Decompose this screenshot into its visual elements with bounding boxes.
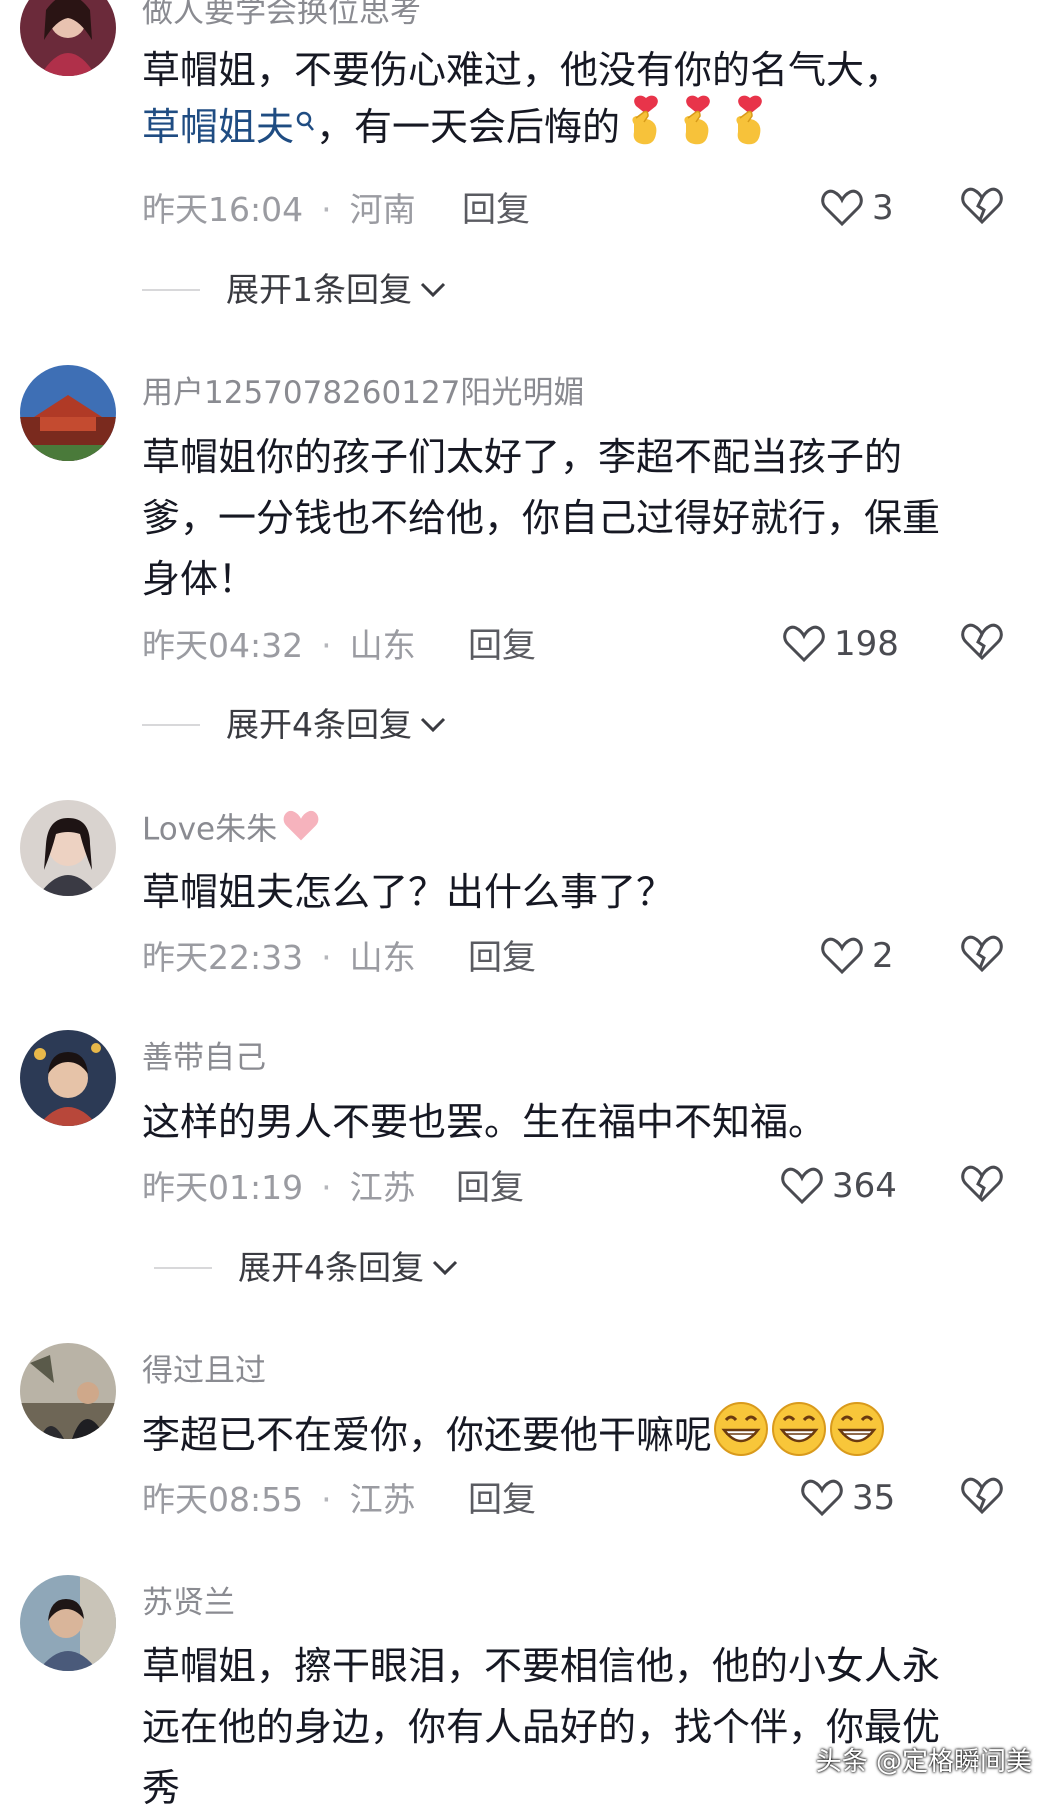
comment-line: 这样的男人不要也罢。生在福中不知福。 bbox=[142, 1100, 827, 1144]
location: 河南 bbox=[349, 190, 416, 229]
expand-label: 展开1条回复 bbox=[226, 270, 412, 309]
comment-meta: 昨天16:04 · 河南 bbox=[142, 190, 416, 229]
like-button[interactable]: 198 bbox=[782, 622, 899, 666]
avatar[interactable] bbox=[20, 365, 116, 461]
username[interactable]: 苏贤兰 bbox=[142, 1583, 235, 1623]
comment-text-line-2: 草帽姐夫 ，有一天会后悔的 bbox=[142, 94, 776, 165]
comment-meta: 昨天08:55 · 江苏 bbox=[142, 1480, 416, 1519]
expand-replies-button[interactable]: 展开1条回复 bbox=[142, 270, 448, 310]
finger-heart-emoji bbox=[724, 94, 776, 165]
grin-emoji bbox=[828, 1400, 886, 1475]
finger-heart-emoji bbox=[620, 94, 672, 165]
broken-heart-icon bbox=[961, 623, 1003, 661]
dislike-button[interactable] bbox=[960, 1476, 1004, 1520]
location: 山东 bbox=[349, 626, 416, 665]
avatar[interactable] bbox=[20, 1030, 116, 1126]
broken-heart-icon bbox=[961, 1477, 1003, 1515]
chevron-down-icon bbox=[420, 717, 446, 733]
heart-icon bbox=[781, 1167, 823, 1205]
dislike-button[interactable] bbox=[960, 622, 1004, 666]
username[interactable]: Love朱朱 bbox=[142, 808, 321, 854]
dislike-button[interactable] bbox=[960, 1164, 1004, 1208]
avatar[interactable] bbox=[20, 0, 116, 76]
chevron-down-icon bbox=[420, 282, 446, 298]
chevron-down-icon bbox=[432, 1260, 458, 1276]
location: 山东 bbox=[349, 938, 416, 977]
comment-line: 身体！ bbox=[142, 557, 257, 601]
like-button[interactable]: 2 bbox=[820, 934, 894, 978]
like-button[interactable]: 3 bbox=[820, 186, 894, 230]
like-count: 35 bbox=[852, 1478, 896, 1518]
avatar[interactable] bbox=[20, 1343, 116, 1439]
username[interactable]: 善带自己 bbox=[142, 1038, 266, 1078]
comment-line: 爹，一分钱也不给他，你自己过得好就行，保重 bbox=[142, 496, 941, 540]
finger-heart-emoji bbox=[672, 94, 724, 165]
heart-badge-icon bbox=[281, 808, 321, 854]
like-button[interactable]: 364 bbox=[780, 1164, 897, 1208]
username[interactable]: 得过且过 bbox=[142, 1351, 266, 1391]
broken-heart-icon bbox=[961, 187, 1003, 225]
heart-icon bbox=[821, 189, 863, 227]
comment-tail: ，有一天会后悔的 bbox=[316, 105, 621, 149]
comment-text: 草帽姐，不要伤心难过，他没有你的名气大， bbox=[142, 40, 902, 100]
reply-button[interactable]: 回复 bbox=[468, 626, 536, 666]
avatar[interactable] bbox=[20, 800, 116, 896]
timestamp: 昨天08:55 bbox=[142, 1480, 304, 1519]
heart-icon bbox=[801, 1479, 843, 1517]
comment-meta: 昨天22:33 · 山东 bbox=[142, 938, 416, 977]
reply-button[interactable]: 回复 bbox=[462, 190, 530, 230]
dislike-button[interactable] bbox=[960, 186, 1004, 230]
like-count: 2 bbox=[872, 936, 894, 976]
reply-button[interactable]: 回复 bbox=[468, 938, 536, 978]
location: 江苏 bbox=[349, 1168, 416, 1207]
like-button[interactable]: 35 bbox=[800, 1476, 895, 1520]
broken-heart-icon bbox=[961, 1165, 1003, 1203]
comment-line: 草帽姐你的孩子们太好了，李超不配当孩子的 bbox=[142, 435, 903, 479]
like-count: 3 bbox=[872, 188, 894, 228]
search-icon[interactable] bbox=[294, 94, 316, 154]
timestamp: 昨天22:33 bbox=[142, 938, 304, 977]
comment-meta: 昨天01:19 · 江苏 bbox=[142, 1168, 416, 1207]
comment-line: 秀 bbox=[142, 1766, 181, 1810]
watermark: 头条 @定格瞬间美 bbox=[815, 1747, 1032, 1777]
grin-emoji bbox=[770, 1400, 828, 1475]
divider bbox=[142, 289, 200, 291]
like-count: 198 bbox=[834, 624, 899, 664]
expand-label: 展开4条回复 bbox=[226, 705, 412, 744]
comment-line: 草帽姐夫怎么了？出什么事了？ bbox=[142, 870, 675, 914]
comment-line: 草帽姐，擦干眼泪，不要相信他，他的小女人永 bbox=[142, 1644, 941, 1688]
dislike-button[interactable] bbox=[960, 934, 1004, 978]
username[interactable]: 做人要学会换位思考 bbox=[142, 0, 421, 32]
comment-text: 李超已不在爱你，你还要他干嘛呢 bbox=[142, 1400, 886, 1475]
grin-emoji bbox=[712, 1400, 770, 1475]
timestamp: 昨天04:32 bbox=[142, 626, 304, 665]
timestamp: 昨天16:04 bbox=[142, 190, 304, 229]
broken-heart-icon bbox=[961, 935, 1003, 973]
divider bbox=[142, 724, 200, 726]
expand-replies-button[interactable]: 展开4条回复 bbox=[154, 1248, 460, 1288]
comment-meta: 昨天04:32 · 山东 bbox=[142, 626, 416, 665]
like-count: 364 bbox=[832, 1166, 897, 1206]
heart-icon bbox=[821, 937, 863, 975]
reply-button[interactable]: 回复 bbox=[456, 1168, 524, 1208]
username[interactable]: 用户1257078260127阳光明媚 bbox=[142, 373, 584, 413]
comment-line: 李超已不在爱你，你还要他干嘛呢 bbox=[142, 1413, 713, 1457]
reply-button[interactable]: 回复 bbox=[468, 1480, 536, 1520]
timestamp: 昨天01:19 bbox=[142, 1168, 304, 1207]
avatar[interactable] bbox=[20, 1575, 116, 1671]
search-link[interactable]: 草帽姐夫 bbox=[142, 105, 294, 149]
expand-replies-button[interactable]: 展开4条回复 bbox=[142, 705, 448, 745]
location: 江苏 bbox=[349, 1480, 416, 1519]
comment-line: 草帽姐，不要伤心难过，他没有你的名气大， bbox=[142, 48, 903, 92]
heart-icon bbox=[783, 625, 825, 663]
expand-label: 展开4条回复 bbox=[238, 1248, 424, 1287]
username-text: Love朱朱 bbox=[142, 811, 278, 848]
divider bbox=[154, 1267, 212, 1269]
